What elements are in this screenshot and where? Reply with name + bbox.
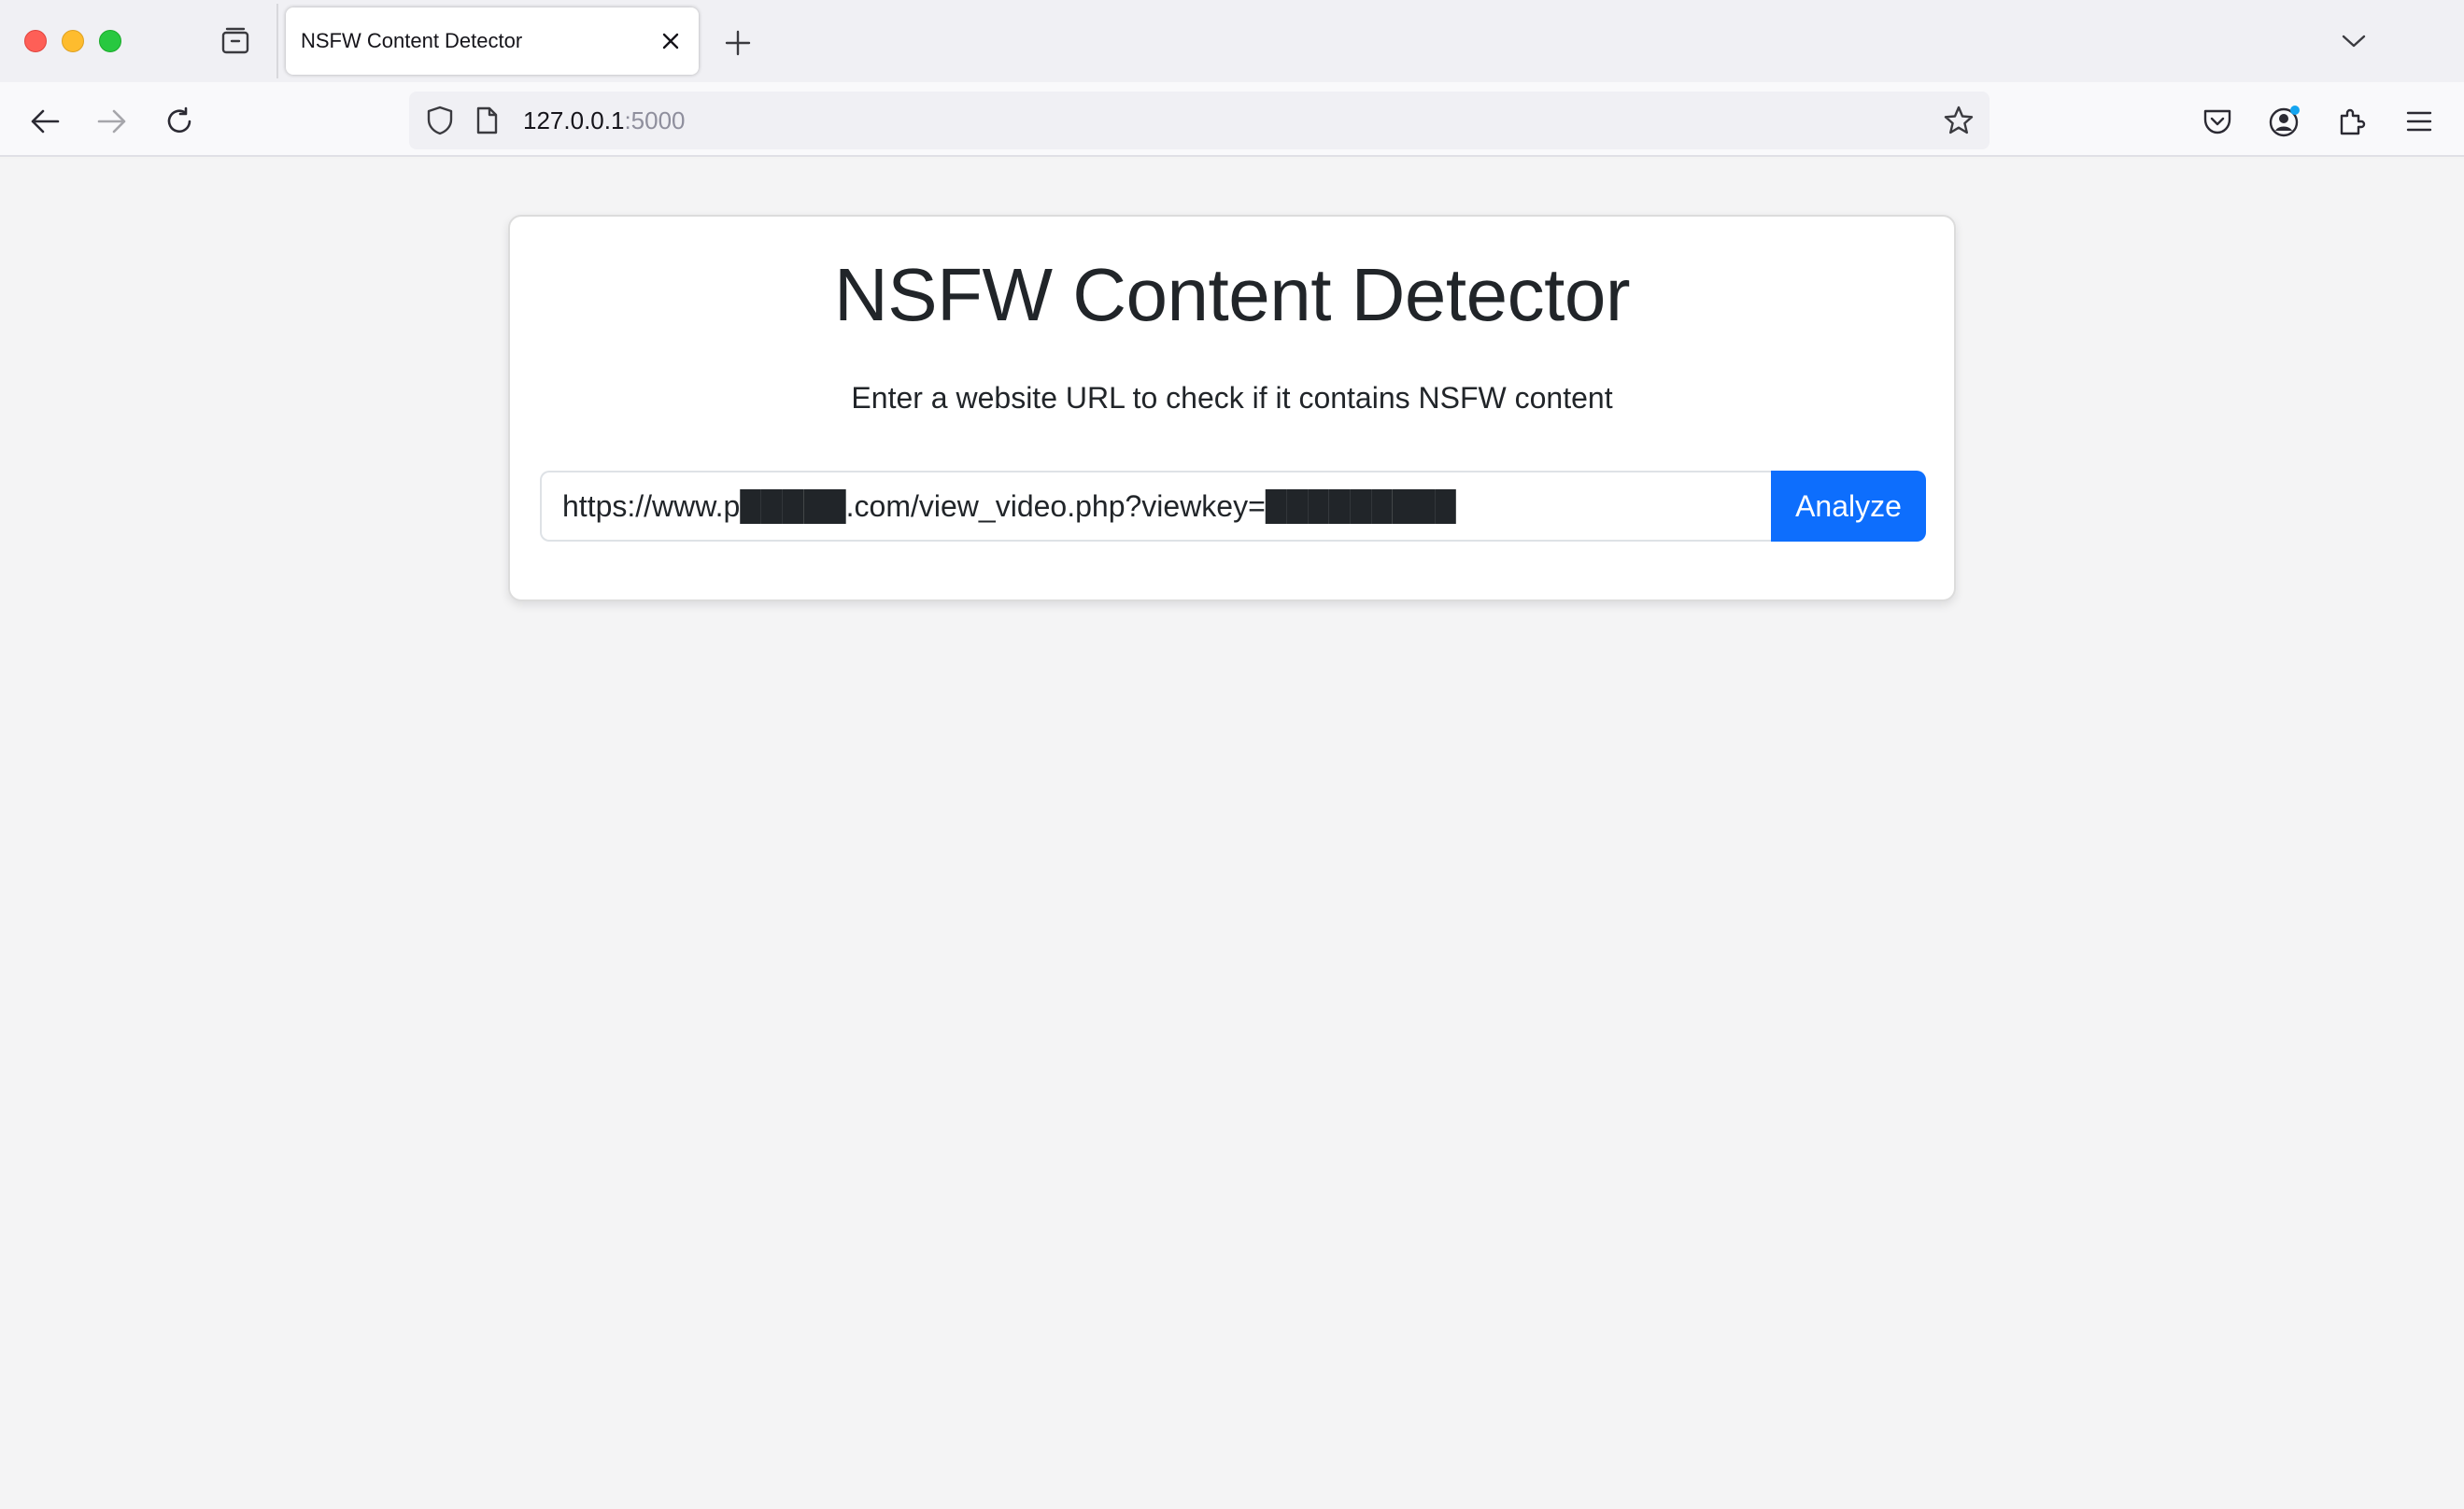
arrow-left-icon[interactable] xyxy=(24,101,65,142)
puzzle-icon[interactable] xyxy=(2331,101,2372,142)
account-icon[interactable] xyxy=(2264,101,2305,142)
hamburger-menu-icon[interactable] xyxy=(2399,101,2440,142)
window-close-button[interactable] xyxy=(24,30,47,52)
window-minimize-button[interactable] xyxy=(62,30,84,52)
close-icon[interactable] xyxy=(654,24,687,58)
url-text[interactable]: 127.0.0.1:5000 xyxy=(523,92,686,149)
page-content: NSFW Content Detector Enter a website UR… xyxy=(0,159,2464,1509)
url-input-group: Analyze xyxy=(540,471,1926,542)
detector-card: NSFW Content Detector Enter a website UR… xyxy=(508,215,1956,601)
navigation-toolbar: 127.0.0.1:5000 xyxy=(0,82,2464,157)
shield-icon[interactable] xyxy=(424,105,456,136)
tab-strip: NSFW Content Detector xyxy=(0,0,2464,82)
tab-list-icon[interactable] xyxy=(217,24,254,58)
page-subtitle: Enter a website URL to check if it conta… xyxy=(851,381,1613,415)
analyze-button[interactable]: Analyze xyxy=(1771,471,1926,542)
tab-title: NSFW Content Detector xyxy=(301,29,523,52)
window-maximize-button[interactable] xyxy=(99,30,121,52)
url-host: 127.0.0.1 xyxy=(523,106,625,134)
page-title: NSFW Content Detector xyxy=(834,253,1631,336)
plus-icon[interactable] xyxy=(719,24,757,62)
url-port: :5000 xyxy=(624,106,686,134)
reload-icon[interactable] xyxy=(159,101,200,142)
address-bar[interactable]: 127.0.0.1:5000 xyxy=(409,92,1990,149)
url-input[interactable] xyxy=(540,471,1771,542)
tab-active[interactable]: NSFW Content Detector xyxy=(286,7,699,75)
pocket-icon[interactable] xyxy=(2197,101,2238,142)
chevron-down-icon[interactable] xyxy=(2335,22,2372,60)
arrow-right-icon[interactable] xyxy=(92,101,133,142)
star-icon[interactable] xyxy=(1941,103,1976,138)
page-icon[interactable] xyxy=(471,105,503,136)
tab-separator xyxy=(276,4,278,78)
